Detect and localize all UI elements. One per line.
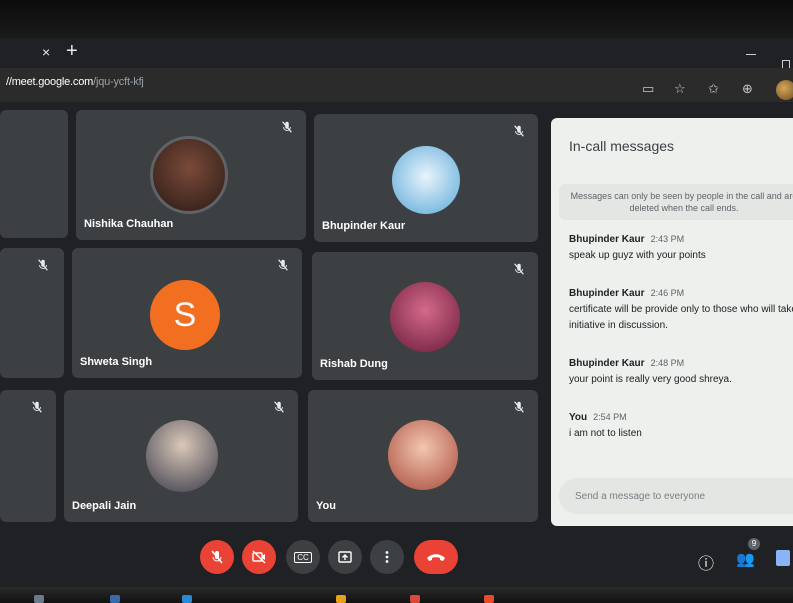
meeting-info-icon[interactable]: ⓘ — [698, 550, 714, 574]
message-text: i am not to listen — [569, 428, 642, 439]
participant-avatar — [390, 282, 460, 352]
participant-name: Nishika Chauhan — [84, 218, 174, 230]
tab-close-button[interactable]: × — [42, 44, 50, 60]
message-time: 2:43 PM — [650, 234, 685, 244]
message-text: certificate will be provide only to thos… — [569, 304, 793, 315]
message-text: initiative in discussion. — [569, 320, 668, 331]
people-icon[interactable]: 👥 — [736, 550, 755, 568]
participant-avatar — [150, 136, 228, 214]
bookmark-star-icon[interactable]: ☆ — [674, 82, 686, 96]
mic-off-icon — [512, 262, 526, 276]
chat-message: Bhupinder Kaur 2:48 PM your point is real… — [569, 358, 793, 387]
present-screen-button[interactable] — [328, 540, 362, 574]
participant-name: You — [316, 500, 336, 512]
participant-tile[interactable]: Rishab Dung — [312, 252, 538, 380]
message-text: your point is really very good shreya. — [569, 374, 732, 385]
message-sender: Bhupinder Kaur — [569, 288, 645, 299]
chat-panel: In-call messages Messages can only be se… — [551, 118, 793, 526]
participant-tile-partial — [0, 248, 64, 378]
participant-name: Bhupinder Kaur — [322, 220, 406, 232]
mic-off-icon — [272, 400, 286, 414]
participant-tile[interactable]: S Shweta Singh — [72, 248, 302, 378]
participant-tile-self[interactable]: You — [308, 390, 538, 522]
message-sender: Bhupinder Kaur — [569, 234, 645, 245]
hang-up-icon — [427, 554, 445, 561]
camera-off-icon — [252, 550, 266, 564]
taskbar-app-icon[interactable] — [336, 595, 346, 603]
chat-message: Bhupinder Kaur 2:46 PM certificate will b… — [569, 288, 793, 333]
camera-icon[interactable]: ▭ — [642, 82, 654, 96]
taskbar-app-icon[interactable] — [34, 595, 44, 603]
message-sender: You — [569, 412, 588, 423]
participant-avatar — [146, 420, 218, 492]
participant-count-badge: 9 — [748, 538, 760, 550]
taskbar-app-icon[interactable] — [182, 595, 192, 603]
participant-name: Deepali Jain — [72, 500, 137, 512]
chat-title: In-call messages — [569, 138, 675, 154]
message-time: 2:46 PM — [650, 288, 685, 298]
message-time: 2:54 PM — [593, 412, 627, 422]
camera-toggle-button[interactable] — [242, 540, 276, 574]
message-text: speak up guyz with your points — [569, 250, 706, 261]
participant-tile-partial — [0, 110, 68, 238]
minimize-button[interactable] — [746, 54, 756, 55]
chat-notice: Messages can only be seen by people in t… — [559, 184, 793, 220]
captions-button[interactable]: CC — [286, 540, 320, 574]
profile-avatar[interactable] — [776, 80, 793, 100]
participant-name: Shweta Singh — [80, 356, 153, 368]
mic-off-icon — [30, 400, 44, 414]
taskbar-app-icon[interactable] — [110, 595, 120, 603]
chat-input-box[interactable] — [559, 478, 793, 514]
participant-avatar — [392, 146, 460, 214]
favorites-icon[interactable]: ✩ — [708, 82, 719, 96]
new-tab-button[interactable]: + — [66, 40, 78, 63]
chat-button[interactable] — [776, 550, 790, 566]
participant-name: Rishab Dung — [320, 358, 388, 370]
mic-off-icon — [211, 550, 223, 564]
chat-message: You 2:54 PM i am not to listen — [569, 412, 793, 441]
participant-tile-partial — [0, 390, 56, 522]
participant-tile[interactable]: Deepali Jain — [64, 390, 298, 522]
mic-off-icon — [512, 124, 526, 138]
present-icon — [338, 551, 352, 563]
participant-avatar — [388, 420, 458, 490]
leave-call-button[interactable] — [414, 540, 458, 574]
chat-message: Bhupinder Kaur 2:43 PM speak up guyz with… — [569, 234, 793, 263]
monitor-screen: × + //meet.google.com/jqu-ycft-kfj ▭ ☆ ✩… — [0, 0, 793, 603]
message-time: 2:48 PM — [650, 358, 685, 368]
chat-message-input[interactable] — [559, 478, 793, 514]
mic-toggle-button[interactable] — [200, 540, 234, 574]
captions-icon: CC — [294, 551, 312, 563]
taskbar-app-icon[interactable] — [410, 595, 420, 603]
taskbar-app-icon[interactable] — [484, 595, 494, 603]
mic-off-icon — [280, 120, 294, 134]
url-host: //meet.google.com — [6, 76, 94, 88]
collections-icon[interactable]: ⊕ — [742, 82, 753, 96]
browser-tab-bar — [0, 38, 793, 68]
participant-tile[interactable]: Nishika Chauhan — [76, 110, 306, 240]
more-options-button[interactable] — [370, 540, 404, 574]
url-path: /jqu-ycft-kfj — [93, 76, 144, 88]
monitor-bezel — [0, 0, 793, 38]
mic-off-icon — [512, 400, 526, 414]
participant-tile[interactable]: Bhupinder Kaur — [314, 114, 538, 242]
mic-off-icon — [36, 258, 50, 272]
url-text[interactable]: //meet.google.com/jqu-ycft-kfj — [6, 76, 144, 88]
more-vertical-icon — [385, 551, 389, 563]
message-sender: Bhupinder Kaur — [569, 358, 645, 369]
participant-avatar: S — [150, 280, 220, 350]
mic-off-icon — [276, 258, 290, 272]
